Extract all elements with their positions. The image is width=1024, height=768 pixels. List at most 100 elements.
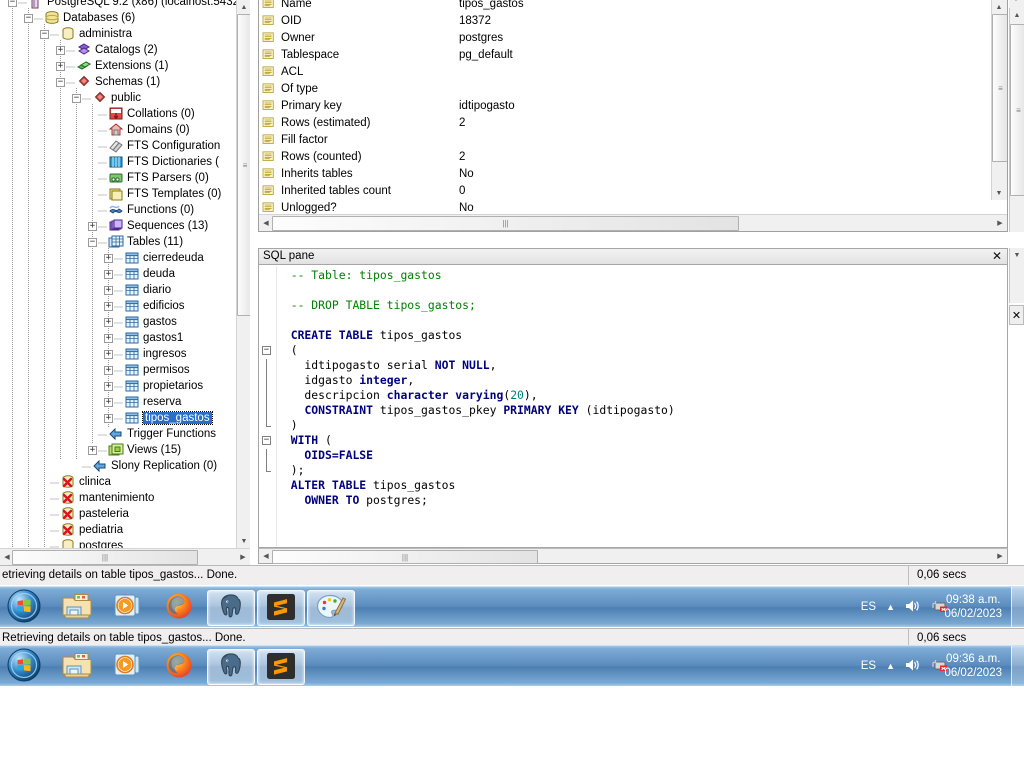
tree-node-gastos1[interactable]: + gastos1 bbox=[0, 330, 183, 346]
expand-icon[interactable]: + bbox=[104, 317, 113, 327]
property-row[interactable]: Tablespace pg_default bbox=[259, 47, 991, 64]
expand-icon[interactable]: + bbox=[104, 253, 113, 263]
taskbar-item-explorer[interactable] bbox=[54, 649, 100, 683]
tree-node-edificios[interactable]: + edificios bbox=[0, 298, 185, 314]
tree-node-reserva[interactable]: + reserva bbox=[0, 394, 181, 410]
property-row[interactable]: Inherited tables count 0 bbox=[259, 183, 991, 200]
taskbar-item-media-player[interactable] bbox=[105, 590, 151, 624]
close-icon[interactable]: ✕ bbox=[991, 250, 1003, 263]
properties-scroll-up-button[interactable]: ▲ bbox=[992, 0, 1006, 14]
tree-node-trigger-functions[interactable]: Trigger Functions bbox=[0, 426, 216, 442]
tree-node-databases-6[interactable]: − Databases (6) bbox=[0, 10, 135, 26]
background-window-scrollbar[interactable]: ▼ bbox=[1009, 248, 1024, 303]
sql-fold-gutter[interactable]: − − bbox=[260, 266, 277, 546]
taskbar-item-sublime-text[interactable] bbox=[257, 649, 305, 685]
taskbar-item-paint[interactable] bbox=[307, 590, 355, 626]
property-row[interactable]: Owner postgres bbox=[259, 30, 991, 47]
properties-vertical-scrollbar[interactable]: ▲ ≡ ▼ bbox=[991, 0, 1007, 200]
properties-vertical-scroll-thumb[interactable]: ≡ bbox=[992, 14, 1007, 162]
clock[interactable]: 09:38 a.m. 06/02/2023 bbox=[944, 593, 1002, 621]
tree-node-pediatria[interactable]: pediatria bbox=[0, 522, 123, 538]
expand-icon[interactable]: + bbox=[56, 45, 65, 55]
expand-icon[interactable]: + bbox=[88, 445, 97, 455]
expand-icon[interactable]: + bbox=[104, 333, 113, 343]
fold-collapse-icon[interactable]: − bbox=[262, 436, 271, 445]
property-row[interactable]: Inherits tables No bbox=[259, 166, 991, 183]
tree-node-tables-11[interactable]: − Tables (11) bbox=[0, 234, 183, 250]
properties-pane[interactable]: Name tipos_gastos OID 18372 Owner postgres Tab… bbox=[258, 0, 1008, 232]
tree-node-propietarios[interactable]: + propietarios bbox=[0, 378, 203, 394]
tree-node-public[interactable]: − public bbox=[0, 90, 141, 106]
expand-icon[interactable]: + bbox=[56, 61, 65, 71]
tree-scroll-up-button[interactable]: ▲ bbox=[237, 0, 250, 14]
language-indicator[interactable]: ES bbox=[861, 660, 876, 672]
tree-scroll-right-button[interactable]: ▶ bbox=[236, 550, 250, 564]
property-row[interactable]: ACL bbox=[259, 64, 991, 81]
sql-scroll-right-button[interactable]: ▶ bbox=[993, 549, 1007, 563]
collapse-icon[interactable]: − bbox=[40, 29, 49, 39]
taskbar-item-media-player[interactable] bbox=[105, 649, 151, 683]
sql-scroll-left-button[interactable]: ◀ bbox=[259, 549, 273, 563]
tree-node-extensions-1[interactable]: + Extensions (1) bbox=[0, 58, 169, 74]
properties-scroll-right-button[interactable]: ▶ bbox=[993, 216, 1007, 230]
sql-code-text[interactable]: -- Table: tipos_gastos -- DROP TABLE tip… bbox=[277, 268, 1005, 508]
expand-icon[interactable]: + bbox=[104, 413, 113, 423]
collapse-icon[interactable]: − bbox=[88, 237, 97, 247]
property-row[interactable]: Of type bbox=[259, 81, 991, 98]
tree-node-postgresql-9-2-x86-localhost-5432[interactable]: − PostgreSQL 9.2 (x86) (localhost:5432 bbox=[0, 0, 236, 10]
sql-editor[interactable]: − − -- Table: tipos_gastos -- DROP TABLE … bbox=[258, 265, 1008, 548]
clock[interactable]: 09:36 a.m. 06/02/2023 bbox=[944, 652, 1002, 680]
background-window-close-button[interactable]: ✕ bbox=[1009, 305, 1024, 325]
property-row[interactable]: Primary key idtipogasto bbox=[259, 98, 991, 115]
tree-node-clinica[interactable]: clinica bbox=[0, 474, 111, 490]
tree-node-catalogs-2[interactable]: + Catalogs (2) bbox=[0, 42, 158, 58]
tree-horizontal-scroll-thumb[interactable]: ||| bbox=[12, 550, 198, 565]
fold-collapse-icon[interactable]: − bbox=[262, 346, 271, 355]
properties-horizontal-scrollbar[interactable]: ◀ ||| ▶ bbox=[259, 214, 1007, 231]
system-tray[interactable]: ES ▲ bbox=[861, 587, 948, 627]
tree-node-cierredeuda[interactable]: + cierredeuda bbox=[0, 250, 204, 266]
taskbar-top[interactable]: ES ▲ 09:38 a.m. 06/02/2023 bbox=[0, 586, 1024, 627]
object-browser-tree-panel[interactable]: − PostgreSQL 9.2 (x86) (localhost:5432 − Da… bbox=[0, 0, 250, 565]
property-row[interactable]: Rows (estimated) 2 bbox=[259, 115, 991, 132]
properties-horizontal-scroll-thumb[interactable]: ||| bbox=[272, 216, 739, 231]
tree-vertical-scroll-thumb[interactable]: ≡ bbox=[237, 14, 250, 316]
show-desktop-button[interactable] bbox=[1011, 646, 1024, 686]
outer-scroll-up-button[interactable]: ▲ bbox=[1010, 8, 1024, 22]
show-desktop-button[interactable] bbox=[1011, 587, 1024, 627]
property-row[interactable]: Name tipos_gastos bbox=[259, 0, 991, 13]
start-button[interactable] bbox=[2, 647, 46, 685]
expand-icon[interactable]: + bbox=[104, 301, 113, 311]
collapse-icon[interactable]: − bbox=[8, 0, 17, 7]
taskbar-item-pgadmin[interactable] bbox=[207, 590, 255, 626]
tree-node-pasteleria[interactable]: pasteleria bbox=[0, 506, 129, 522]
properties-scroll-down-button[interactable]: ▼ bbox=[992, 186, 1006, 200]
tree-node-fts-dictionaries[interactable]: FTS Dictionaries ( bbox=[0, 154, 219, 170]
expand-icon[interactable]: + bbox=[104, 269, 113, 279]
tree-node-functions-0[interactable]: Functions (0) bbox=[0, 202, 194, 218]
system-tray[interactable]: ES ▲ bbox=[861, 646, 948, 686]
property-row[interactable]: Rows (counted) 2 bbox=[259, 149, 991, 166]
tree-node-diario[interactable]: + diario bbox=[0, 282, 171, 298]
tree-node-tipos-gastos[interactable]: + tipos_gastos bbox=[0, 410, 213, 426]
tree-node-schemas-1[interactable]: − Schemas (1) bbox=[0, 74, 160, 90]
expand-icon[interactable]: + bbox=[104, 397, 113, 407]
volume-icon[interactable] bbox=[905, 658, 921, 675]
expand-icon[interactable]: + bbox=[104, 365, 113, 375]
tree-node-fts-parsers-0[interactable]: FTS Parsers (0) bbox=[0, 170, 209, 186]
expand-icon[interactable]: + bbox=[104, 349, 113, 359]
outer-vertical-scroll-thumb[interactable]: ≡ bbox=[1010, 24, 1024, 196]
expand-icon[interactable]: + bbox=[104, 381, 113, 391]
collapse-icon[interactable]: − bbox=[72, 93, 81, 103]
tree-node-domains-0[interactable]: Domains (0) bbox=[0, 122, 190, 138]
tree-node-views-15[interactable]: + Views (15) bbox=[0, 442, 181, 458]
tree-node-fts-templates-0[interactable]: FTS Templates (0) bbox=[0, 186, 221, 202]
expand-icon[interactable]: + bbox=[88, 221, 97, 231]
outer-window-scroll-down-button[interactable]: ▼ bbox=[1009, 0, 1024, 8]
background-scroll-down-button[interactable]: ▼ bbox=[1010, 248, 1024, 262]
tree-node-postgres[interactable]: postgres bbox=[0, 538, 123, 548]
outer-window-vertical-scrollbar[interactable]: ▲ ≡ bbox=[1009, 0, 1024, 232]
taskbar-item-firefox[interactable] bbox=[156, 649, 202, 683]
tree-node-mantenimiento[interactable]: mantenimiento bbox=[0, 490, 154, 506]
show-hidden-icons-icon[interactable]: ▲ bbox=[886, 602, 895, 612]
